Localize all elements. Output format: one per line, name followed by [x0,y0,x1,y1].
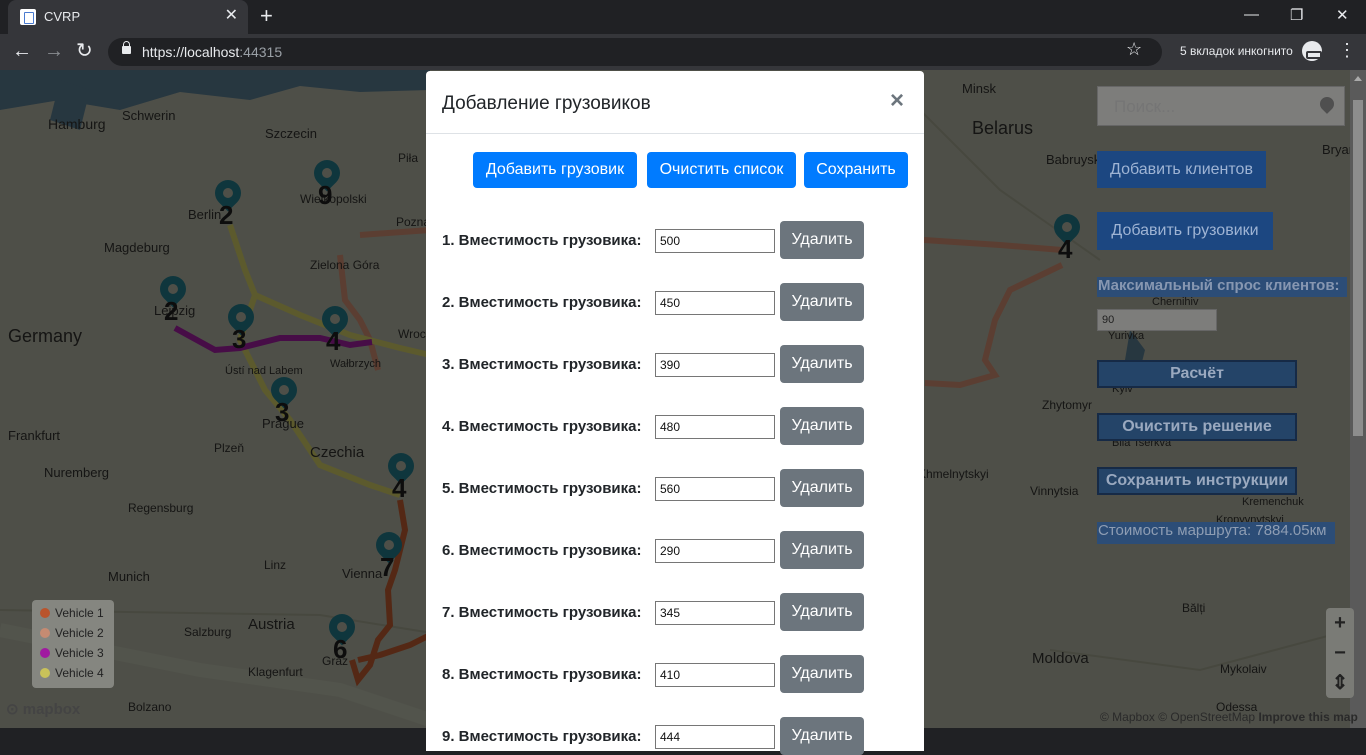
url-text: https://localhost:44315 [142,44,283,60]
location-pin-icon[interactable] [1317,94,1337,114]
browser-toolbar: ← → ↻ https://localhost:44315 [0,34,1366,70]
truck-row: 2. Вместимость грузовика: Удалить [442,283,882,321]
truck-capacity-input[interactable] [655,415,775,439]
delete-truck-button[interactable]: Удалить [780,407,864,445]
add-trucks-modal: Добавление грузовиков × Добавить грузови… [426,71,924,755]
truck-capacity-input[interactable] [655,725,775,749]
truck-row: 1. Вместимость грузовика: Удалить [442,221,882,259]
tab-strip: CVRP ✕ + — ❐ ✕ [0,0,1366,34]
max-demand-input[interactable] [1097,309,1217,331]
close-tab-icon[interactable]: ✕ [225,7,238,25]
truck-capacity-label: 8. Вместимость грузовика: [442,666,642,683]
restore-icon[interactable]: ❐ [1290,6,1303,24]
legend-label: Vehicle 1 [55,606,104,620]
truck-capacity-label: 1. Вместимость грузовика: [442,232,642,249]
incognito-label: 5 вкладок инкогнито [1180,44,1293,58]
legend-swatch [40,608,50,618]
legend-label: Vehicle 2 [55,626,104,640]
clear-solution-button[interactable]: Очистить решение [1097,413,1297,441]
delete-truck-button[interactable]: Удалить [780,345,864,383]
truck-capacity-input[interactable] [655,539,775,563]
browser-menu-icon[interactable]: ⋮ [1338,40,1356,60]
incognito-icon[interactable] [1302,41,1322,61]
back-icon[interactable]: ← [12,40,32,62]
tab-cvrp[interactable]: CVRP ✕ [8,0,248,34]
search-box[interactable] [1097,86,1345,126]
add-clients-button[interactable]: Добавить клиентов [1097,151,1266,188]
bookmark-star-icon[interactable]: ☆ [1126,39,1142,60]
legend-swatch [40,648,50,658]
calculate-button[interactable]: Расчёт [1097,360,1297,388]
map-legend: Vehicle 1 Vehicle 2 Vehicle 3 Vehicle 4 [32,600,114,688]
delete-truck-button[interactable]: Удалить [780,469,864,507]
truck-row: 8. Вместимость грузовика: Удалить [442,655,882,693]
truck-capacity-input[interactable] [655,663,775,687]
close-window-icon[interactable]: ✕ [1336,6,1349,24]
legend-item: Vehicle 2 [40,626,114,646]
legend-item: Vehicle 4 [40,666,114,686]
page-favicon-icon [20,9,36,25]
truck-capacity-label: 6. Вместимость грузовика: [442,542,642,559]
delete-truck-button[interactable]: Удалить [780,531,864,569]
attribution-links[interactable]: © Mapbox © OpenStreetMap [1100,710,1255,724]
improve-map-link[interactable]: Improve this map [1258,710,1357,724]
legend-label: Vehicle 3 [55,646,104,660]
delete-truck-button[interactable]: Удалить [780,655,864,693]
delete-truck-button[interactable]: Удалить [780,283,864,321]
save-instructions-button[interactable]: Сохранить инструкции [1097,467,1297,495]
truck-capacity-label: 2. Вместимость грузовика: [442,294,642,311]
delete-truck-button[interactable]: Удалить [780,221,864,259]
truck-row: 4. Вместимость грузовика: Удалить [442,407,882,445]
lock-icon[interactable] [122,41,131,54]
truck-row: 5. Вместимость грузовика: Удалить [442,469,882,507]
truck-row: 7. Вместимость грузовика: Удалить [442,593,882,631]
clear-list-button[interactable]: Очистить список [647,152,796,188]
delete-truck-button[interactable]: Удалить [780,717,864,755]
zoom-in-button[interactable]: + [1326,608,1354,638]
minimize-icon[interactable]: — [1244,6,1259,23]
truck-capacity-input[interactable] [655,477,775,501]
truck-capacity-label: 3. Вместимость грузовика: [442,356,642,373]
modal-header: Добавление грузовиков × [426,71,924,134]
truck-capacity-input[interactable] [655,291,775,315]
truck-capacity-input[interactable] [655,601,775,625]
truck-capacity-label: 5. Вместимость грузовика: [442,480,642,497]
tab-title: CVRP [44,9,81,24]
zoom-out-button[interactable]: − [1326,638,1354,668]
modal-close-button[interactable]: × [890,89,904,113]
truck-capacity-input[interactable] [655,353,775,377]
delete-truck-button[interactable]: Удалить [780,593,864,631]
legend-label: Vehicle 4 [55,666,104,680]
legend-swatch [40,628,50,638]
compass-button[interactable]: ⇕ [1326,668,1354,698]
save-button[interactable]: Сохранить [804,152,908,188]
truck-row: 6. Вместимость грузовика: Удалить [442,531,882,569]
legend-swatch [40,668,50,678]
truck-capacity-input[interactable] [655,229,775,253]
map-attribution: © Mapbox © OpenStreetMap Improve this ma… [1100,710,1358,724]
truck-capacity-label: 4. Вместимость грузовика: [442,418,642,435]
legend-item: Vehicle 3 [40,646,114,666]
truck-capacity-label: 7. Вместимость грузовика: [442,604,642,621]
new-tab-icon[interactable]: + [260,5,273,27]
forward-icon[interactable]: → [44,40,64,62]
truck-capacity-label: 9. Вместимость грузовика: [442,728,642,745]
modal-title: Добавление грузовиков [442,93,651,114]
search-input[interactable] [1114,97,1314,117]
add-truck-button[interactable]: Добавить грузовик [473,152,637,188]
mapbox-logo[interactable]: ⊙ mapbox [6,700,80,718]
legend-item: Vehicle 1 [40,606,114,626]
scroll-up-icon[interactable] [1354,76,1362,81]
reload-icon[interactable]: ↻ [76,40,93,62]
add-trucks-button[interactable]: Добавить грузовики [1097,212,1273,250]
max-demand-label: Максимальный спрос клиентов: [1097,277,1347,297]
scrollbar-thumb[interactable] [1353,100,1363,436]
route-cost-label: Стоимость маршрута: 7884.05км [1097,522,1335,544]
truck-row: 9. Вместимость грузовика: Удалить [442,717,882,755]
zoom-control: + − ⇕ [1326,608,1354,698]
address-bar[interactable]: https://localhost:44315 [108,38,1162,66]
truck-row: 3. Вместимость грузовика: Удалить [442,345,882,383]
